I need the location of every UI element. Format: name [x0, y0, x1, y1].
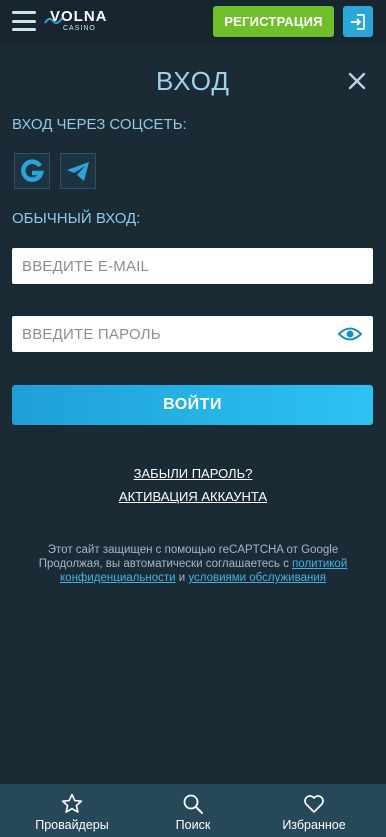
bottom-nav: Провайдеры Поиск Избранное	[0, 784, 386, 837]
nav-label-providers: Провайдеры	[35, 818, 109, 832]
nav-label-favorites: Избранное	[282, 818, 346, 832]
top-bar: VOLNA CASINO РЕГИСТРАЦИЯ	[0, 0, 386, 44]
close-button[interactable]	[347, 71, 367, 91]
close-icon	[348, 72, 366, 90]
telegram-icon	[67, 162, 89, 181]
login-icon	[351, 13, 365, 30]
nav-label-search: Поиск	[175, 818, 211, 832]
password-placeholder: ВВЕДИТЕ ПАРОЛЬ	[22, 325, 161, 343]
activate-account-link[interactable]: АКТИВАЦИЯ АККАУНТА	[0, 489, 386, 505]
recaptcha-line2: Продолжая, вы автоматически соглашаетесь…	[20, 557, 366, 585]
nav-item-search[interactable]: Поиск	[129, 784, 257, 837]
email-field[interactable]: ВВЕДИТЕ E-MAIL	[12, 248, 373, 284]
google-icon	[21, 159, 44, 182]
eye-icon[interactable]	[338, 326, 362, 342]
nav-item-providers[interactable]: Провайдеры	[8, 784, 136, 837]
google-login-button[interactable]	[14, 153, 50, 189]
nav-item-favorites[interactable]: Избранное	[250, 784, 378, 837]
email-placeholder: ВВЕДИТЕ E-MAIL	[22, 257, 150, 275]
forgot-password-link[interactable]: ЗАБЫЛИ ПАРОЛЬ?	[0, 466, 386, 482]
logo-text: VOLNA	[50, 8, 108, 25]
search-icon	[183, 794, 203, 814]
logo-subtext: CASINO	[63, 25, 96, 32]
login-submit-button[interactable]: ВОЙТИ	[12, 385, 373, 425]
recaptcha-notice: Этот сайт защищен с помощью reCAPTCHA от…	[20, 543, 366, 585]
star-icon	[61, 793, 83, 813]
login-button[interactable]	[343, 6, 373, 37]
heart-icon	[304, 795, 324, 813]
dialog-title: ВХОД	[156, 66, 230, 96]
social-login-label: ВХОД ЧЕРЕЗ СОЦСЕТЬ:	[12, 116, 187, 133]
password-field[interactable]: ВВЕДИТЕ ПАРОЛЬ	[12, 316, 373, 352]
menu-icon[interactable]	[12, 11, 36, 31]
recaptcha-line1: Этот сайт защищен с помощью reCAPTCHA от…	[47, 544, 339, 556]
telegram-login-button[interactable]	[60, 153, 96, 189]
recaptcha-and: и	[175, 572, 189, 584]
regular-login-label: ОБЫЧНЫЙ ВХОД:	[12, 210, 141, 227]
terms-of-service-link[interactable]: условиями обслуживания	[188, 572, 326, 584]
recaptcha-prefix: Продолжая, вы автоматически соглашаетесь…	[38, 558, 293, 570]
logo[interactable]: VOLNA CASINO	[44, 9, 114, 35]
register-button[interactable]: РЕГИСТРАЦИЯ	[213, 6, 334, 37]
